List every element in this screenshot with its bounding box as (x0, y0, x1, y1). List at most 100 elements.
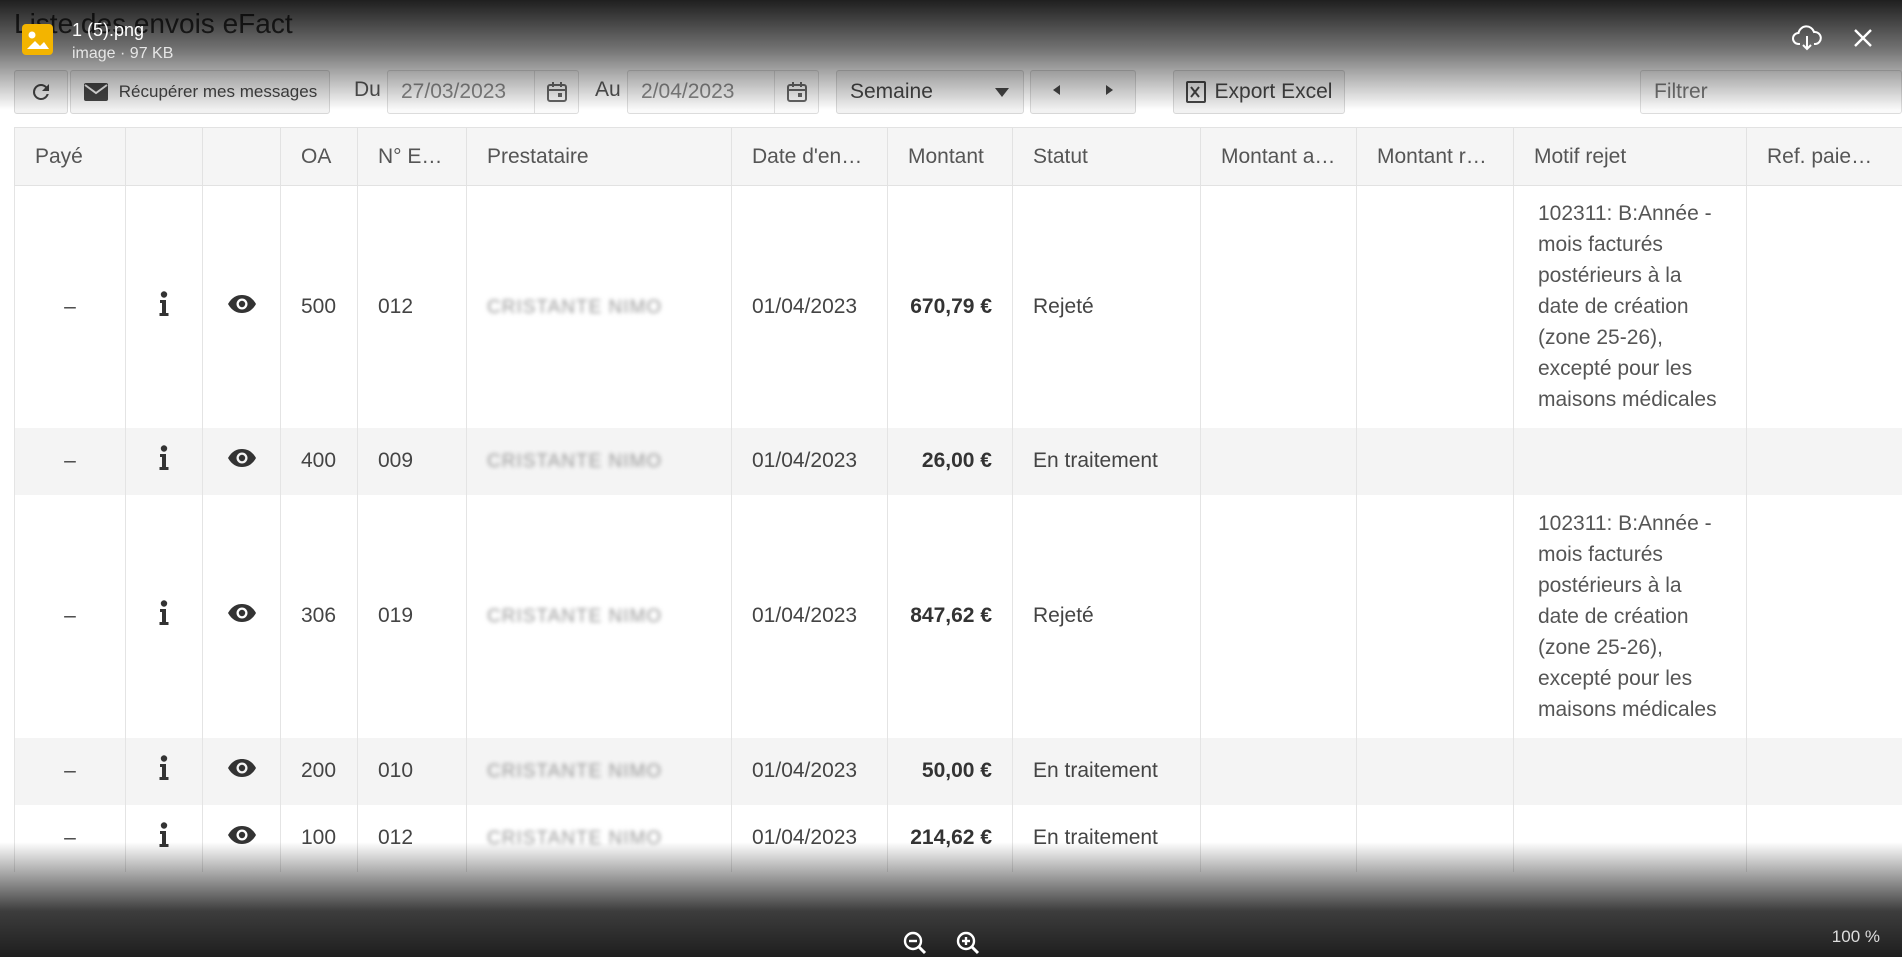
zoom-out-icon (903, 931, 927, 955)
from-date-value: 27/03/2023 (401, 80, 507, 103)
zoom-in-icon (956, 931, 980, 955)
col-header-view (202, 127, 281, 186)
status-cell: Rejeté (1012, 185, 1201, 428)
reject-reason-cell (1513, 804, 1747, 872)
amount-accepted-cell (1200, 427, 1357, 495)
period-select[interactable]: Semaine (836, 70, 1024, 114)
provider-cell: CRISTANTE NIMO (466, 494, 732, 738)
provider-name: CRISTANTE NIMO (487, 828, 663, 849)
period-select-value: Semaine (850, 80, 933, 103)
info-button[interactable] (125, 737, 203, 805)
cloud-download-icon (1792, 25, 1822, 51)
view-button[interactable] (202, 185, 281, 428)
table-row[interactable]: – 200 010 CRISTANTE NIMO 01/04/2023 50,0… (14, 737, 1902, 805)
send-date-cell: 01/04/2023 (731, 494, 888, 738)
previous-period-button[interactable] (1050, 83, 1064, 102)
info-button[interactable] (125, 804, 203, 872)
paid-cell: – (14, 737, 126, 805)
eye-icon (227, 759, 256, 777)
provider-cell: CRISTANTE NIMO (466, 185, 732, 428)
col-header-amount-refused[interactable]: Montant re... (1356, 127, 1514, 186)
table-row[interactable]: – 400 009 CRISTANTE NIMO 01/04/2023 26,0… (14, 427, 1902, 495)
send-date-cell: 01/04/2023 (731, 185, 888, 428)
oa-cell: 400 (280, 427, 358, 495)
image-file-icon (22, 24, 53, 55)
view-button[interactable] (202, 494, 281, 738)
next-period-button[interactable] (1102, 83, 1116, 102)
env-number-cell: 019 (357, 494, 467, 738)
zoom-out-button[interactable] (902, 930, 928, 956)
calendar-icon[interactable] (534, 71, 578, 113)
oa-cell: 200 (280, 737, 358, 805)
zoom-in-button[interactable] (955, 930, 981, 956)
reject-reason-cell: 102311: B:Année - mois facturés postérie… (1513, 185, 1747, 428)
export-excel-label: Export Excel (1214, 80, 1333, 103)
col-header-reject-reason[interactable]: Motif rejet (1513, 127, 1747, 186)
table-row[interactable]: – 306 019 CRISTANTE NIMO 01/04/2023 847,… (14, 494, 1902, 738)
col-header-amount[interactable]: Montant (887, 127, 1013, 186)
col-header-send-date[interactable]: Date d'envoi (731, 127, 888, 186)
col-header-payment-ref[interactable]: Ref. paiement (1746, 127, 1902, 186)
paid-cell: – (14, 804, 126, 872)
table-row[interactable]: – 100 012 CRISTANTE NIMO 01/04/2023 214,… (14, 804, 1902, 872)
paid-cell: – (14, 494, 126, 738)
view-button[interactable] (202, 427, 281, 495)
env-number-cell: 012 (357, 185, 467, 428)
to-label: Au (595, 78, 621, 101)
status-cell: En traitement (1012, 804, 1201, 872)
reject-reason-cell (1513, 737, 1747, 805)
reject-reason-cell: 102311: B:Année - mois facturés postérie… (1513, 494, 1747, 738)
info-icon (159, 755, 169, 780)
oa-cell: 500 (280, 185, 358, 428)
amount-cell: 670,79 € (887, 185, 1013, 428)
fetch-messages-button[interactable]: Récupérer mes messages (70, 70, 330, 114)
info-button[interactable] (125, 185, 203, 428)
info-icon (159, 600, 169, 625)
refresh-button[interactable] (14, 70, 68, 114)
table-row[interactable]: – 500 012 CRISTANTE NIMO 01/04/2023 670,… (14, 185, 1902, 428)
send-date-cell: 01/04/2023 (731, 427, 888, 495)
env-number-cell: 009 (357, 427, 467, 495)
amount-accepted-cell (1200, 804, 1357, 872)
calendar-icon[interactable] (774, 71, 818, 113)
info-button[interactable] (125, 494, 203, 738)
view-button[interactable] (202, 737, 281, 805)
close-icon (1854, 29, 1872, 47)
file-name: 1 (5).png (72, 20, 145, 40)
provider-cell: CRISTANTE NIMO (466, 737, 732, 805)
payment-ref-cell (1746, 737, 1902, 805)
from-date-field[interactable]: 27/03/2023 (387, 70, 579, 114)
col-header-env-number[interactable]: N° Env... (357, 127, 467, 186)
provider-name: CRISTANTE NIMO (487, 451, 663, 472)
col-header-oa[interactable]: OA (280, 127, 358, 186)
status-cell: Rejeté (1012, 494, 1201, 738)
filter-input[interactable] (1640, 70, 1902, 114)
payment-ref-cell (1746, 494, 1902, 738)
col-header-provider[interactable]: Prestataire (466, 127, 732, 186)
from-label: Du (354, 78, 381, 101)
col-header-status[interactable]: Statut (1012, 127, 1201, 186)
col-header-paid[interactable]: Payé (14, 127, 126, 186)
to-date-field[interactable]: 2/04/2023 (627, 70, 819, 114)
amount-refused-cell (1356, 737, 1514, 805)
period-nav (1030, 70, 1136, 114)
caret-down-icon (995, 88, 1009, 97)
view-button[interactable] (202, 804, 281, 872)
oa-cell: 100 (280, 804, 358, 872)
info-icon (159, 445, 169, 470)
info-button[interactable] (125, 427, 203, 495)
export-excel-button[interactable]: Export Excel (1173, 70, 1345, 114)
envois-table: Payé OA N° Env... Prestataire Date d'env… (14, 127, 1902, 872)
close-viewer-button[interactable] (1847, 22, 1879, 54)
download-button[interactable] (1791, 22, 1823, 54)
col-header-amount-accepted[interactable]: Montant ac... (1200, 127, 1357, 186)
info-icon (159, 291, 169, 316)
amount-refused-cell (1356, 494, 1514, 738)
amount-cell: 847,62 € (887, 494, 1013, 738)
payment-ref-cell (1746, 804, 1902, 872)
excel-icon (1185, 81, 1206, 103)
paid-cell: – (14, 427, 126, 495)
paid-cell: – (14, 185, 126, 428)
status-cell: En traitement (1012, 427, 1201, 495)
zoom-level: 100 % (1831, 927, 1880, 946)
